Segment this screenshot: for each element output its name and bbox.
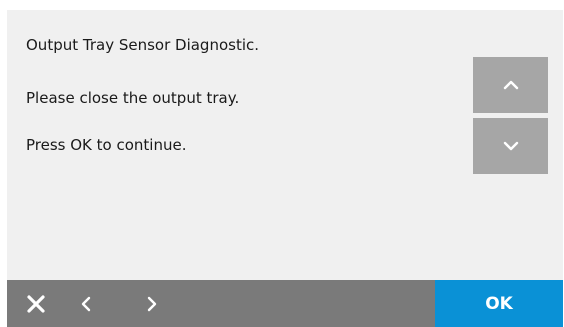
- bottom-bar: OK: [7, 280, 563, 327]
- diagnostic-screen: Output Tray Sensor Diagnostic. Please cl…: [7, 10, 563, 327]
- close-tray-instruction: Please close the output tray.: [26, 89, 240, 107]
- ok-button[interactable]: OK: [435, 280, 563, 327]
- forward-button[interactable]: [137, 280, 167, 327]
- message-area: Output Tray Sensor Diagnostic. Please cl…: [7, 10, 471, 280]
- continue-instruction: Press OK to continue.: [26, 136, 187, 154]
- chevron-left-icon: [81, 296, 91, 311]
- close-icon: [27, 294, 45, 313]
- chevron-up-icon: [503, 80, 518, 90]
- chevron-down-icon: [503, 141, 518, 151]
- scroll-up-button[interactable]: [473, 57, 548, 113]
- chevron-right-icon: [147, 296, 157, 311]
- cancel-button[interactable]: [19, 280, 53, 327]
- diagnostic-title: Output Tray Sensor Diagnostic.: [26, 36, 260, 54]
- scroll-down-button[interactable]: [473, 118, 548, 174]
- back-button[interactable]: [71, 280, 101, 327]
